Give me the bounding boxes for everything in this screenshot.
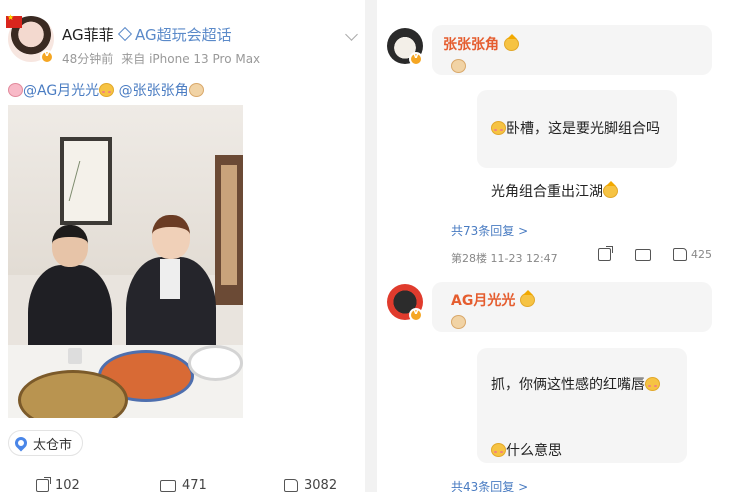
comment-author[interactable]: AG月光光 — [451, 290, 536, 310]
comment-icon[interactable] — [635, 249, 651, 264]
post-photo[interactable] — [8, 105, 243, 418]
share-icon — [36, 477, 51, 492]
mention-yueguangguang[interactable]: @AG月光光 — [23, 83, 99, 99]
mention-zhangzhangzhangjiao[interactable]: @张张张角 — [119, 83, 189, 99]
location-label: 太仓市 — [33, 437, 73, 453]
comment-like-count: 425 — [691, 248, 712, 261]
reply-text-label: 光角组合重出江湖 — [491, 184, 603, 200]
photo-dish-white — [188, 345, 243, 381]
diamond-icon — [117, 26, 133, 42]
bowl-emoji-icon — [451, 315, 466, 329]
post-meta: 48分钟前 来自 iPhone 13 Pro Max — [62, 50, 260, 67]
reply-text-label: 抓，你俩这性感的红嘴唇 — [491, 377, 645, 393]
post-time: 48分钟前 — [62, 52, 114, 66]
crown-emoji-icon — [503, 34, 519, 51]
location-pin-icon — [12, 434, 30, 452]
like-count: 3082 — [304, 478, 338, 492]
comment-author-label: 张张张角 — [443, 37, 499, 53]
reply-text: 卧槽，这是要光脚组合吗 — [491, 118, 660, 138]
reply-text-label: 什么意思 — [506, 443, 562, 459]
thumbs-up-icon — [673, 248, 687, 261]
china-flag-icon — [6, 13, 22, 28]
chevron-down-icon[interactable] — [345, 28, 358, 41]
author-name[interactable]: AG菲菲 — [62, 24, 114, 45]
share-icon[interactable] — [598, 246, 613, 264]
emoji-reply — [451, 312, 466, 331]
photo-cup — [68, 348, 82, 364]
comment-count: 471 — [182, 478, 207, 492]
bowl-emoji-icon — [451, 59, 466, 73]
crown-emoji-icon — [603, 181, 618, 198]
reply-text: 抓，你俩这性感的红嘴唇 — [491, 374, 660, 394]
comment-author-label: AG月光光 — [451, 293, 516, 309]
post-source: 来自 iPhone 13 Pro Max — [121, 52, 261, 66]
reply-text: 光角组合重出江湖 — [491, 181, 618, 201]
more-replies-link[interactable]: 共73条回复 > — [451, 222, 528, 239]
comment-author[interactable]: 张张张角 — [443, 34, 519, 54]
bowl-emoji-icon — [188, 83, 204, 97]
share-count: 102 — [55, 478, 80, 492]
comment-icon — [160, 479, 176, 492]
share-button[interactable]: 102 — [36, 477, 80, 492]
reply-text: 什么意思 — [491, 440, 562, 460]
shy-emoji-icon — [491, 121, 506, 135]
crown-emoji-icon — [520, 290, 536, 307]
emoji-reply — [451, 56, 466, 75]
photo-painting — [60, 137, 112, 225]
comment-like-button[interactable]: 425 — [673, 248, 712, 261]
photo-door-frame — [221, 165, 237, 285]
shy-emoji-icon — [645, 377, 660, 391]
comment-button[interactable]: 471 — [160, 478, 207, 492]
super-topic-link[interactable]: AG超玩会超话 — [117, 24, 232, 45]
super-topic-label: AG超玩会超话 — [135, 26, 232, 44]
verified-badge-icon — [409, 307, 423, 322]
more-replies-link[interactable]: 共43条回复 > — [451, 478, 528, 492]
location-tag[interactable]: 太仓市 — [8, 430, 84, 456]
post-text: @AG月光光 @张张张角 — [8, 80, 204, 100]
shy-emoji-icon — [491, 443, 506, 457]
thumbs-up-icon — [284, 479, 298, 492]
reply-text-label: 卧槽，这是要光脚组合吗 — [506, 121, 660, 137]
verified-badge-icon — [409, 51, 423, 66]
like-button[interactable]: 3082 — [284, 478, 337, 492]
comment-list: 张张张角 卧槽，这是要光脚组合吗 光角组合重出江湖 共73条回复 > 第28楼 … — [377, 0, 733, 492]
verified-badge-icon — [40, 49, 54, 64]
post-action-bar: 102 471 3082 — [0, 476, 365, 492]
comment-floor-meta: 第28楼 11-23 12:47 — [451, 252, 558, 265]
pig-emoji-icon — [8, 83, 23, 97]
panel-divider — [365, 0, 377, 492]
shy-emoji-icon — [99, 83, 115, 97]
weibo-post: AG菲菲 AG超玩会超话 48分钟前来自 iPhone 13 Pro Max @… — [0, 0, 365, 492]
